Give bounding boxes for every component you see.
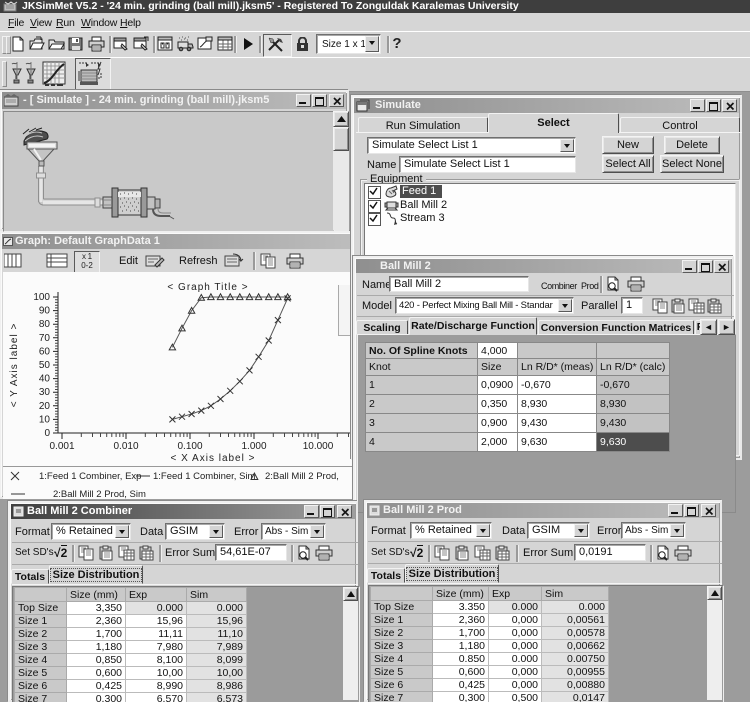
- svg-text:10.000: 10.000: [303, 441, 334, 452]
- svg-text:< X Axis label >: < X Axis label >: [171, 453, 256, 464]
- svg-text:< Graph Title >: < Graph Title >: [167, 282, 248, 293]
- svg-text:< Y Axis label >: < Y Axis label >: [9, 323, 20, 408]
- svg-text:60: 60: [39, 346, 51, 357]
- svg-text:90: 90: [39, 306, 51, 317]
- svg-text:10: 10: [39, 414, 51, 425]
- svg-text:50: 50: [39, 360, 51, 371]
- svg-text:1:Feed 1 Combiner, Sim: 1:Feed 1 Combiner, Sim: [153, 471, 256, 482]
- svg-text:2:Ball Mill 2 Prod, Sim: 2:Ball Mill 2 Prod, Sim: [53, 489, 146, 499]
- svg-text:30: 30: [39, 387, 51, 398]
- svg-text:0.010: 0.010: [113, 441, 138, 452]
- svg-text:100: 100: [33, 292, 50, 303]
- svg-text:0.001: 0.001: [49, 441, 74, 452]
- svg-text:0: 0: [44, 428, 50, 439]
- svg-text:20: 20: [39, 401, 51, 412]
- svg-text:80: 80: [39, 319, 51, 330]
- svg-text:1.000: 1.000: [241, 441, 266, 452]
- svg-text:70: 70: [39, 333, 51, 344]
- svg-text:0.100: 0.100: [177, 441, 202, 452]
- svg-text:2:Ball Mill 2 Prod,: 2:Ball Mill 2 Prod,: [265, 471, 339, 482]
- svg-text:1:Feed 1 Combiner, Exp: 1:Feed 1 Combiner, Exp: [39, 471, 141, 482]
- svg-text:40: 40: [39, 374, 51, 385]
